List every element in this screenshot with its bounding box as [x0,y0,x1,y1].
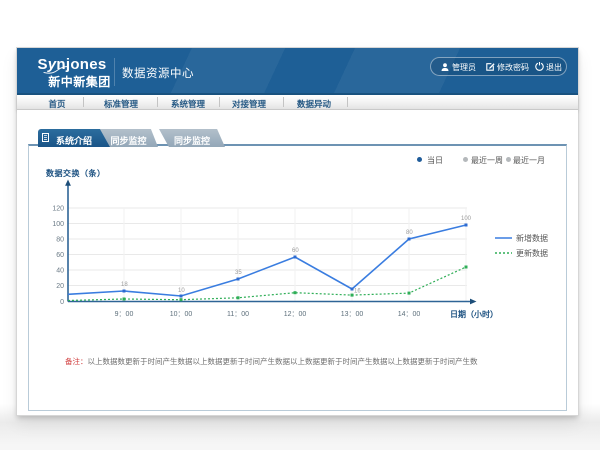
svg-text:20: 20 [56,283,64,290]
svg-text:9：00: 9：00 [115,311,134,318]
svg-text:11：00: 11：00 [227,311,249,318]
svg-text:18: 18 [121,282,128,288]
svg-text:60: 60 [56,252,64,259]
svg-text:100: 100 [461,216,472,222]
svg-text:16: 16 [354,289,361,295]
svg-text:60: 60 [292,248,299,254]
svg-text:10: 10 [178,288,185,294]
svg-text:100: 100 [52,221,64,228]
svg-text:12：00: 12：00 [284,311,307,318]
svg-text:80: 80 [406,230,413,236]
svg-text:14：00: 14：00 [398,311,421,318]
svg-text:0: 0 [60,299,64,306]
svg-text:10：00: 10：00 [170,311,193,318]
svg-text:新增数据: 新增数据 [516,233,548,243]
svg-text:35: 35 [235,270,242,276]
svg-text:日期（小时）: 日期（小时） [450,309,498,319]
svg-text:80: 80 [56,237,64,244]
svg-text:120: 120 [52,206,64,213]
svg-text:更新数据: 更新数据 [516,248,548,258]
svg-text:13：00: 13：00 [341,311,364,318]
svg-text:40: 40 [56,268,64,275]
